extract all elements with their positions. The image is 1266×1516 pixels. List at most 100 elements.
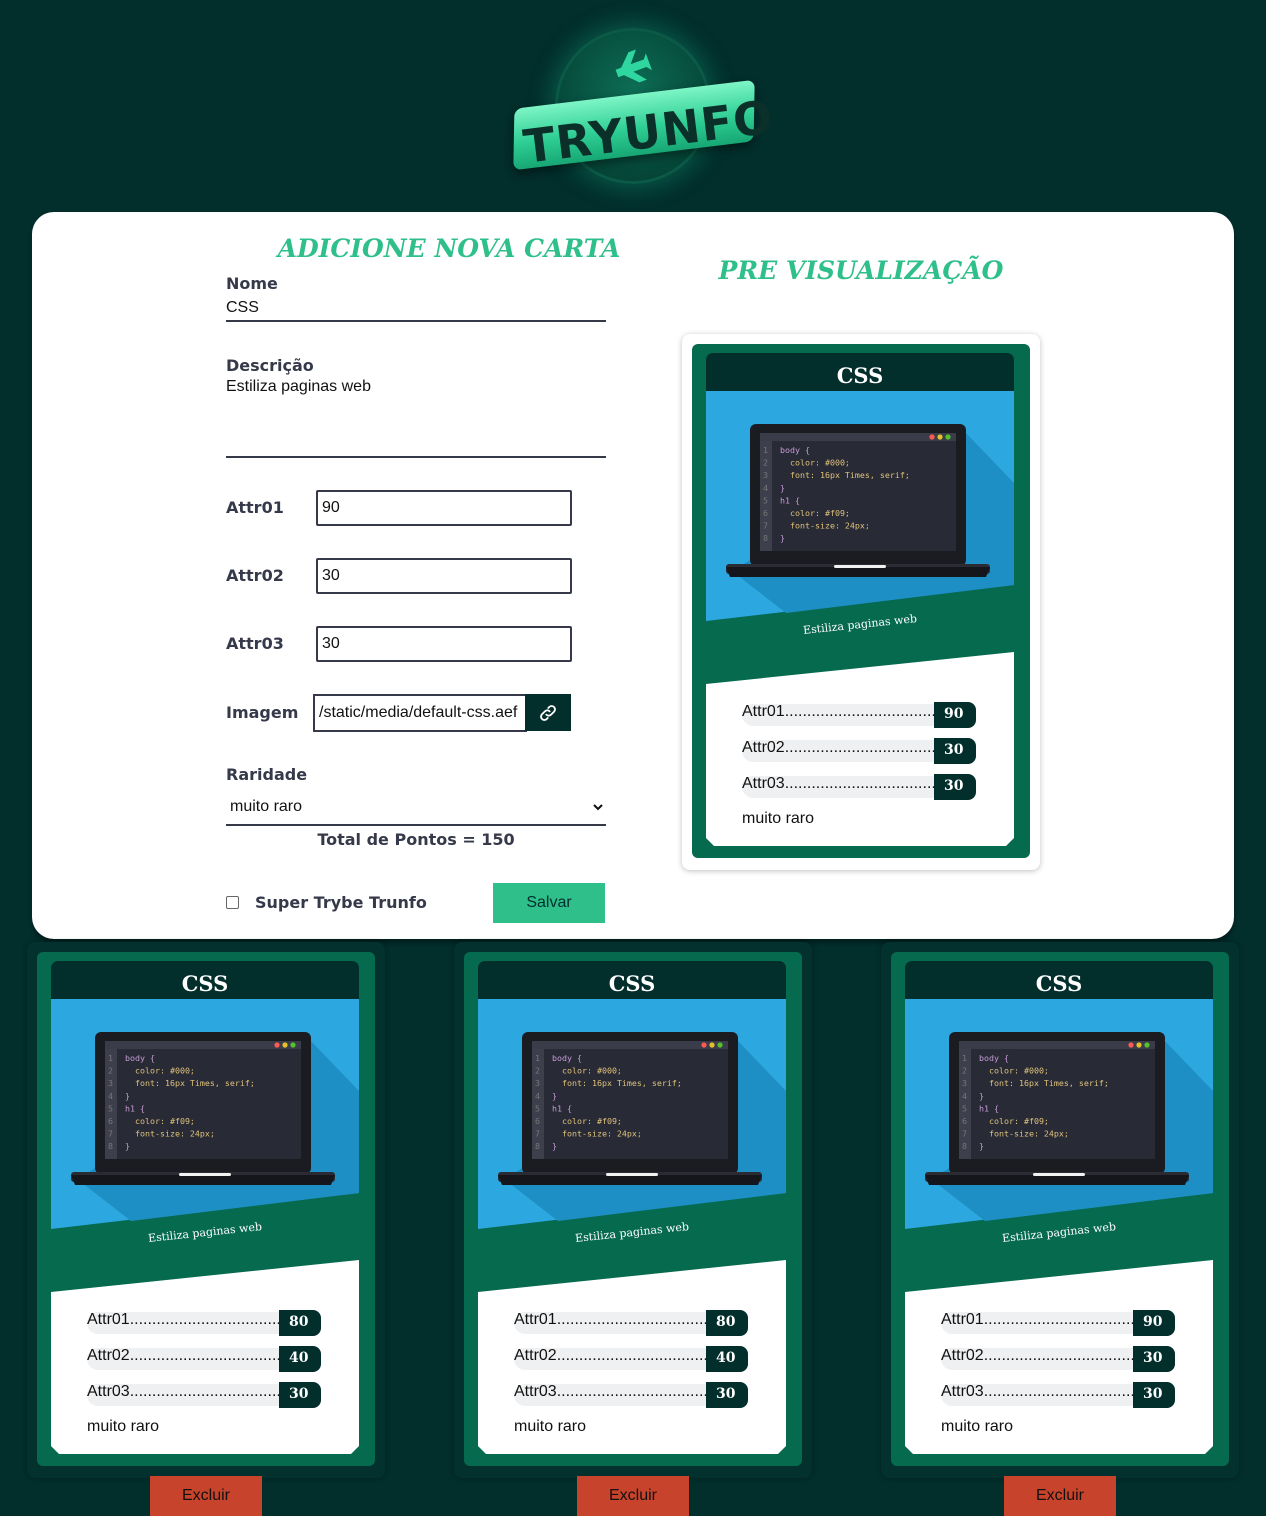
code-line-number: 6 [763, 508, 768, 518]
description-label: Descrição [226, 356, 314, 375]
delete-card-button[interactable]: Excluir [1004, 1476, 1116, 1516]
description-textarea[interactable]: Estiliza paginas web [226, 378, 606, 458]
code-line: } [979, 1141, 984, 1151]
image-input[interactable] [313, 694, 527, 732]
code-line-number: 1 [962, 1053, 967, 1063]
card-attributes: Attr01..................................… [478, 1260, 786, 1454]
code-line-number: 5 [763, 495, 768, 505]
card-image: 1 body { 2 color: #000; 3 font: 16px Times,… [905, 999, 1213, 1229]
attr-name: Attr02..................................… [941, 1347, 1137, 1364]
attr-name: Attr03..................................… [742, 775, 938, 792]
code-line: h1 { [979, 1103, 999, 1113]
code-line-number: 5 [108, 1103, 113, 1113]
link-icon [540, 704, 556, 721]
code-line: font: 16px Times, serif; [552, 1078, 682, 1088]
attr-name: Attr03..................................… [941, 1383, 1137, 1400]
attr2-label: Attr02 [226, 566, 284, 585]
code-line-number: 8 [535, 1141, 540, 1151]
code-line-number: 7 [763, 521, 768, 531]
code-line-number: 5 [962, 1103, 967, 1113]
card-attributes: Attr01..................................… [706, 652, 1014, 846]
code-line: body { [979, 1053, 1009, 1063]
code-line: color: #f09; [979, 1116, 1049, 1126]
code-line-number: 2 [108, 1066, 113, 1076]
code-line-number: 1 [108, 1053, 113, 1063]
preview-card: CSS 1 body {2 color: #000; 3 font: 16px Ti… [682, 334, 1040, 870]
code-line-number: 8 [763, 533, 768, 543]
attr3-input[interactable] [316, 626, 572, 662]
card-attr-row: Attr03..................................… [941, 1382, 1175, 1408]
code-line-number: 7 [962, 1129, 967, 1139]
code-line-number: 7 [108, 1129, 113, 1139]
code-line: font: 16px Times, serif; [979, 1078, 1109, 1088]
attr1-input[interactable] [316, 490, 572, 526]
code-line-number: 8 [108, 1141, 113, 1151]
card-rarity: muito raro [514, 1418, 587, 1435]
saved-card: CSS 1 body {2 color: #000; 3 font: 16px Ti… [27, 942, 385, 1478]
attr-value-badge: 30 [934, 738, 976, 764]
attr-value-badge: 90 [1133, 1310, 1175, 1336]
card-image: 1 body {2 color: #000; 3 font: 16px Times,… [706, 391, 1014, 621]
card-attr-row: Attr03..................................… [742, 774, 976, 800]
plane-icon [615, 49, 652, 83]
card-face: CSS 1 body {2 color: #000; 3 font: 16px Ti… [692, 344, 1030, 858]
code-line: } [780, 483, 785, 493]
attr-value-badge: 30 [934, 774, 976, 800]
name-input[interactable] [226, 296, 606, 322]
image-label: Imagem [226, 703, 299, 722]
attr-name: Attr02..................................… [514, 1347, 710, 1364]
code-line-number: 3 [108, 1078, 113, 1088]
attr-name: Attr01..................................… [514, 1311, 710, 1328]
code-line: color: #f09; [552, 1116, 622, 1126]
code-line: } [780, 533, 785, 543]
attr-value-badge: 30 [279, 1382, 321, 1408]
code-line: color: #000; [780, 458, 850, 468]
attr-value-badge: 30 [706, 1382, 748, 1408]
code-line-number: 8 [962, 1141, 967, 1151]
attr-name: Attr01..................................… [941, 1311, 1137, 1328]
code-line: h1 { [780, 495, 800, 505]
code-line: color: #000; [979, 1066, 1049, 1076]
card-name: CSS [706, 353, 1014, 392]
super-trunfo-label: Super Trybe Trunfo [255, 893, 427, 912]
code-line-number: 4 [763, 483, 768, 493]
attr-value-badge: 30 [1133, 1382, 1175, 1408]
code-line: font-size: 24px; [125, 1129, 215, 1139]
attr-name: Attr03..................................… [87, 1383, 283, 1400]
card-rarity: muito raro [87, 1418, 160, 1435]
code-line-number: 6 [108, 1116, 113, 1126]
code-line-number: 3 [962, 1078, 967, 1088]
code-line-number: 1 [535, 1053, 540, 1063]
attr-name: Attr02..................................… [87, 1347, 283, 1364]
super-trunfo-checkbox[interactable] [226, 896, 239, 909]
saved-card: CSS 1 body {2 color: #000; 3 font: 16px Ti… [881, 942, 1239, 1478]
attr-name: Attr03..................................… [514, 1383, 710, 1400]
code-line-number: 7 [535, 1129, 540, 1139]
code-line-number: 2 [962, 1066, 967, 1076]
code-line: font-size: 24px; [979, 1129, 1069, 1139]
card-attr-row: Attr03..................................… [514, 1382, 748, 1408]
saved-card: CSS 1 body {2 color: #000; 3 font: 16px Ti… [454, 942, 812, 1478]
image-link-button[interactable] [525, 694, 571, 731]
card-face: CSS 1 body {2 color: #000; 3 font: 16px Ti… [891, 952, 1229, 1466]
card-rarity: muito raro [941, 1418, 1014, 1435]
delete-card-button[interactable]: Excluir [150, 1476, 262, 1516]
preview-title: PRE VISUALIZAÇÃO [718, 256, 1004, 285]
rarity-select[interactable]: muito raro [226, 792, 606, 826]
attr-name: Attr02..................................… [742, 739, 938, 756]
attr-value-badge: 90 [934, 702, 976, 728]
delete-card-button[interactable]: Excluir [577, 1476, 689, 1516]
attr-value-badge: 80 [706, 1310, 748, 1336]
tryunfo-logo: TRYUNFO [510, 24, 776, 188]
save-button[interactable]: Salvar [493, 883, 605, 923]
attr3-label: Attr03 [226, 634, 284, 653]
card-attr-row: Attr01..................................… [87, 1310, 321, 1336]
card-attr-row: Attr01..................................… [742, 702, 976, 728]
code-line: color: #000; [125, 1066, 195, 1076]
attr2-input[interactable] [316, 558, 572, 594]
code-line: color: #000; [552, 1066, 622, 1076]
code-line: font: 16px Times, serif; [125, 1078, 255, 1088]
code-line: } [979, 1091, 984, 1101]
code-line: color: #f09; [125, 1116, 195, 1126]
code-line-number: 2 [535, 1066, 540, 1076]
